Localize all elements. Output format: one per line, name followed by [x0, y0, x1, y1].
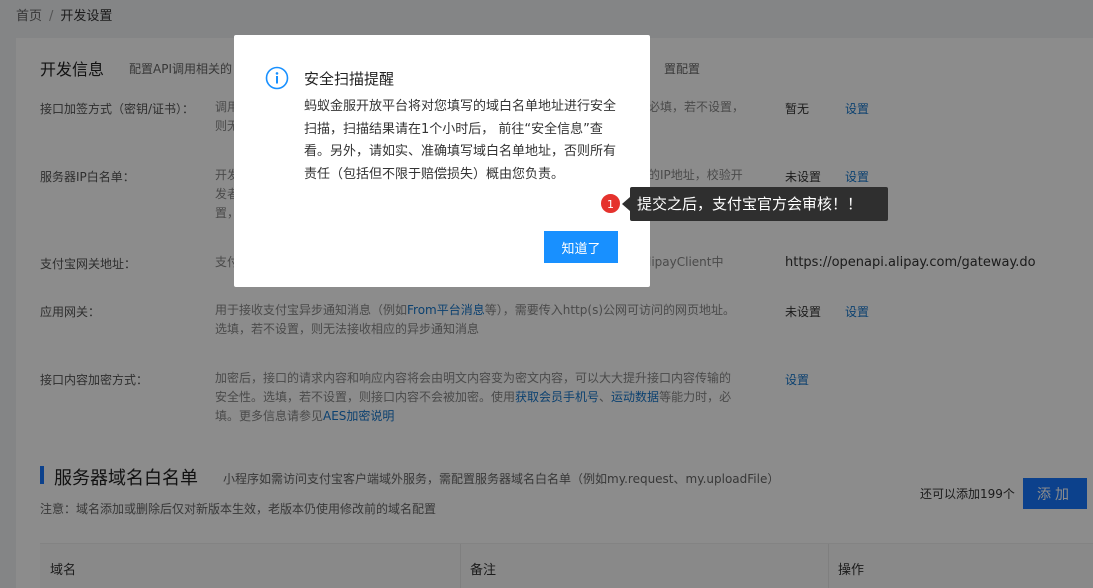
tooltip-arrow	[622, 197, 630, 211]
modal-body: 蚂蚁金服开放平台将对您填写的域白名单地址进行安全扫描，扫描结果请在1个小时后， …	[304, 99, 617, 182]
acknowledge-button[interactable]: 知道了	[544, 231, 618, 263]
security-scan-modal: 安全扫描提醒 蚂蚁金服开放平台将对您填写的域白名单地址进行安全扫描，扫描结果请在…	[234, 35, 650, 287]
info-icon	[265, 66, 289, 90]
review-tooltip: 提交之后，支付宝官方会审核！！	[630, 187, 888, 221]
modal-title: 安全扫描提醒	[304, 70, 395, 88]
step-badge: 1	[600, 193, 621, 214]
